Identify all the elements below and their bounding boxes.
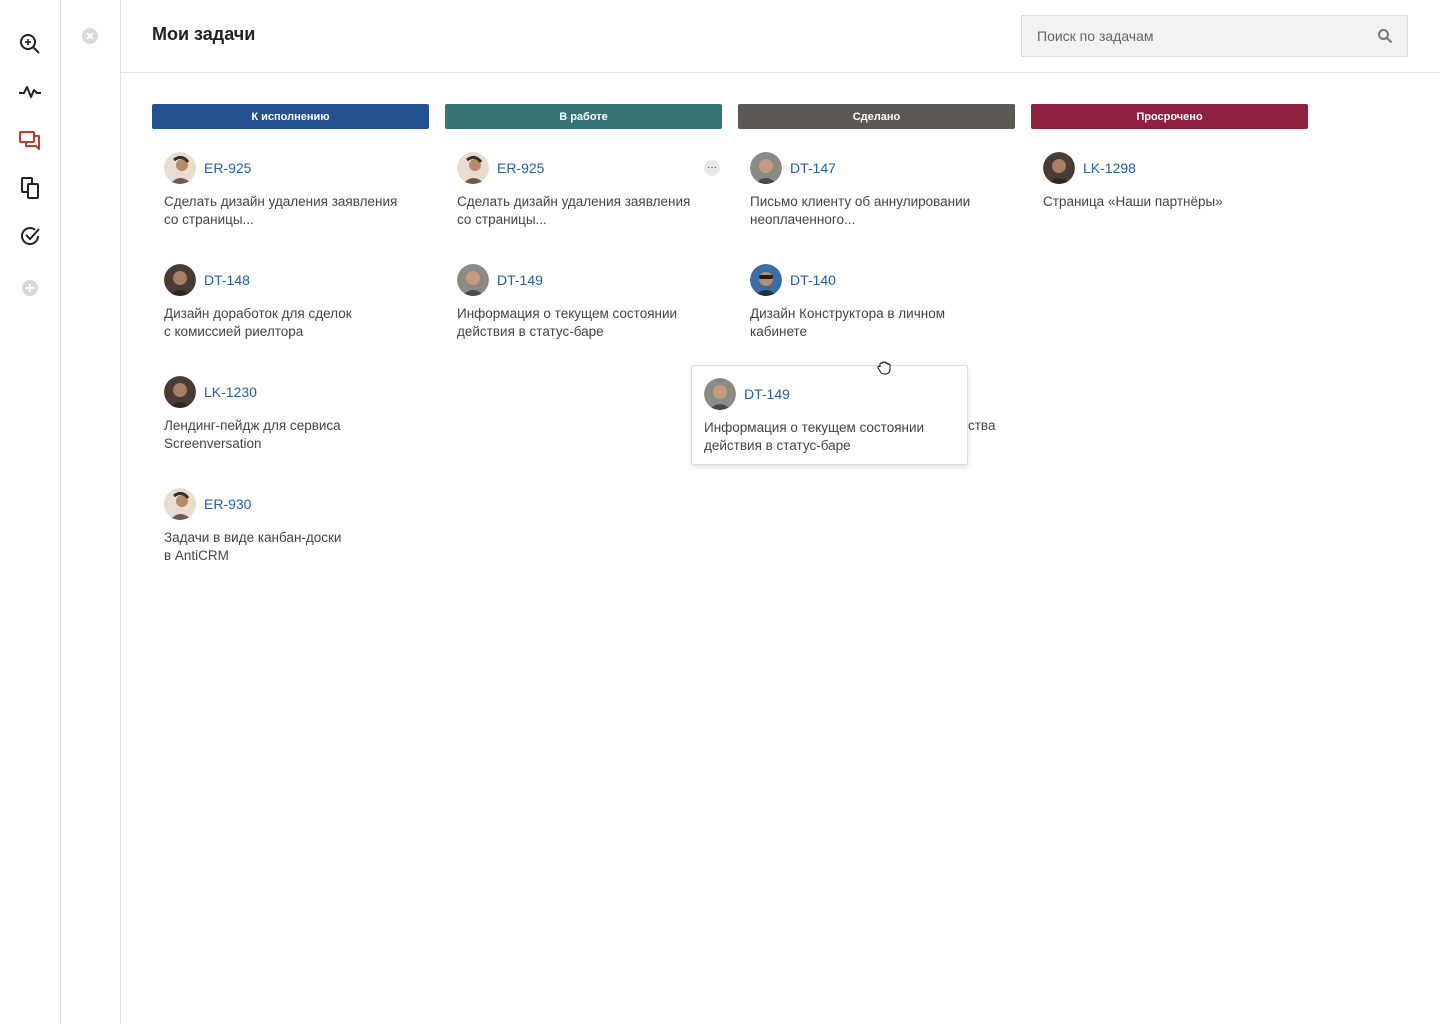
avatar <box>164 152 196 184</box>
task-id[interactable]: LK-1230 <box>204 384 257 400</box>
task-card[interactable]: DT-140 Дизайн Конструктора в личном кабин… <box>750 264 1010 341</box>
task-card[interactable]: ER-925 Сделать дизайн удаления заявления… <box>164 152 424 229</box>
task-card[interactable]: LK-1298 Страница «Наши партнёры» <box>1043 152 1303 211</box>
avatar <box>704 378 736 410</box>
task-title: Дизайн доработок для сделок с комиссией р… <box>164 306 352 339</box>
task-title: Дизайн Конструктора в личном кабинете <box>750 306 945 339</box>
column-overdue: Просрочено LK-1298 Страница «Наши партнё… <box>1031 104 1308 209</box>
task-card[interactable]: DT-149 Информация о текущем состоянии дей… <box>457 264 717 341</box>
avatar <box>750 152 782 184</box>
task-title: Письмо клиенту об аннулировании неоплачен… <box>750 194 971 227</box>
task-card[interactable]: LK-1230 Лендинг-пейдж для сервиса Screenv… <box>164 376 424 453</box>
avatar <box>164 488 196 520</box>
column-todo: К исполнению ER-925 Сделать дизайн удале… <box>152 104 429 563</box>
avatar <box>457 152 489 184</box>
task-id[interactable]: DT-147 <box>790 160 836 176</box>
task-title: Задачи в виде канбан-доски в AntiCRM <box>164 530 342 563</box>
avatar <box>1043 152 1075 184</box>
app: Мои задачи К исполнению ER-925 Сделать д… <box>0 0 1440 1024</box>
task-id[interactable]: ER-930 <box>204 496 251 512</box>
column-in-progress: В работе ER-925 Сделать дизайн удаления … <box>445 104 722 339</box>
chat-icon[interactable] <box>15 125 45 155</box>
task-title: Сделать дизайн удаления заявления со стра… <box>457 194 691 227</box>
task-title: Лендинг-пейдж для сервиса Screenversation <box>164 418 341 451</box>
search-icon[interactable] <box>1377 28 1393 44</box>
icon-rail <box>0 0 61 1024</box>
task-id[interactable]: ER-925 <box>497 160 544 176</box>
task-id[interactable]: ER-925 <box>204 160 251 176</box>
column-header-done[interactable]: Сделано <box>738 104 1015 129</box>
search-input[interactable] <box>1022 16 1362 56</box>
avatar <box>457 264 489 296</box>
column-header-in-progress[interactable]: В работе <box>445 104 722 129</box>
page-header: Мои задачи <box>121 0 1440 73</box>
task-id[interactable]: DT-149 <box>744 386 790 402</box>
task-title: Страница «Наши партнёры» <box>1043 194 1223 209</box>
task-id[interactable]: DT-149 <box>497 272 543 288</box>
avatar <box>164 264 196 296</box>
task-card[interactable]: ER-925 Сделать дизайн удаления заявления… <box>457 152 720 229</box>
hidden-card-text-fragment: ства <box>968 418 996 433</box>
task-title: Информация о текущем состоянии действия в… <box>457 306 678 339</box>
column-done: Сделано DT-147 Письмо клиенту об аннулир… <box>738 104 1015 339</box>
search-box <box>1021 15 1408 57</box>
task-id[interactable]: DT-140 <box>790 272 836 288</box>
secondary-panel <box>61 0 121 1024</box>
close-panel-icon[interactable] <box>81 27 99 45</box>
avatar <box>164 376 196 408</box>
documents-icon[interactable] <box>15 173 45 203</box>
task-card[interactable]: ER-930 Задачи в виде канбан-доски в AntiC… <box>164 488 424 565</box>
avatar <box>750 264 782 296</box>
task-title: Информация о текущем состоянии действия в… <box>704 420 925 453</box>
task-card[interactable]: DT-147 Письмо клиенту об аннулировании не… <box>750 152 1010 229</box>
tasks-icon[interactable] <box>15 221 45 251</box>
page-title: Мои задачи <box>152 24 256 44</box>
column-header-todo[interactable]: К исполнению <box>152 104 429 129</box>
activity-icon[interactable] <box>15 77 45 107</box>
more-options-button[interactable]: ··· <box>704 160 720 176</box>
grab-cursor-icon <box>877 361 891 375</box>
task-title: Сделать дизайн удаления заявления со стра… <box>164 194 398 227</box>
add-icon[interactable] <box>15 273 45 303</box>
task-id[interactable]: DT-148 <box>204 272 250 288</box>
column-header-overdue[interactable]: Просрочено <box>1031 104 1308 129</box>
task-id[interactable]: LK-1298 <box>1083 160 1136 176</box>
search-icon[interactable] <box>15 29 45 59</box>
dragging-task-card[interactable]: DT-149 Информация о текущем состоянии дей… <box>691 365 968 465</box>
task-card[interactable]: DT-148 Дизайн доработок для сделок с коми… <box>164 264 424 341</box>
